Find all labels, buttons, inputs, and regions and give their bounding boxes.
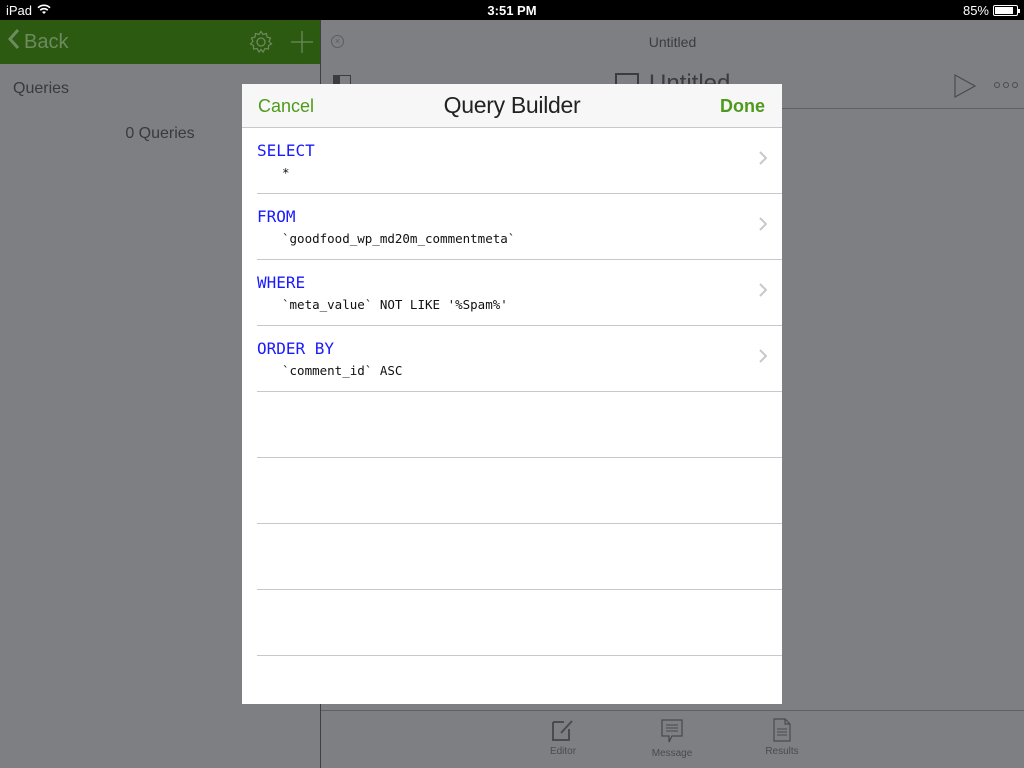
gear-icon[interactable] <box>249 30 273 54</box>
tab-results[interactable]: Results <box>742 718 822 757</box>
back-label: Back <box>24 30 69 53</box>
clause-row-from[interactable]: FROM `goodfood_wp_md20m_commentmeta` <box>257 194 782 260</box>
chevron-left-icon <box>7 28 20 56</box>
add-query-button[interactable] <box>290 30 314 54</box>
clock: 3:51 PM <box>487 3 537 18</box>
clause-value: * <box>282 165 290 180</box>
clause-keyword: SELECT <box>257 141 315 160</box>
back-button[interactable]: Back <box>7 28 69 56</box>
tab-message[interactable]: Message <box>632 718 712 759</box>
query-builder-modal: Cancel Query Builder Done SELECT * FROM `go… <box>242 84 782 704</box>
tab-message-label: Message <box>651 748 693 759</box>
clause-keyword: FROM <box>257 207 296 226</box>
empty-row <box>257 590 782 656</box>
clause-keyword: WHERE <box>257 273 306 292</box>
clause-value: `goodfood_wp_md20m_commentmeta` <box>282 231 516 246</box>
chevron-right-icon <box>759 349 768 368</box>
chevron-right-icon <box>759 283 768 302</box>
empty-row <box>257 392 782 458</box>
queries-nav-bar: Back <box>0 20 320 64</box>
empty-row <box>257 458 782 524</box>
status-bar: iPad 3:51 PM 85% <box>0 0 1024 20</box>
clause-row-where[interactable]: WHERE `meta_value` NOT LIKE '%Spam%' <box>257 260 782 326</box>
play-icon <box>954 73 977 99</box>
run-query-button[interactable] <box>953 73 977 103</box>
clause-keyword: ORDER BY <box>257 339 335 358</box>
more-options-icon[interactable] <box>994 82 1018 88</box>
battery-icon <box>993 5 1020 16</box>
clause-value: `comment_id` ASC <box>282 363 403 378</box>
empty-row <box>257 656 782 722</box>
clause-value: `meta_value` NOT LIKE '%Spam%' <box>282 297 508 312</box>
document-tab-title[interactable]: Untitled <box>321 34 1024 50</box>
done-button[interactable]: Done <box>720 96 765 117</box>
clause-list: SELECT * FROM `goodfood_wp_md20m_commentmet… <box>242 128 782 722</box>
modal-title: Query Builder <box>443 92 581 118</box>
tab-editor[interactable]: Editor <box>523 718 603 757</box>
chevron-right-icon <box>759 217 768 236</box>
clause-row-order-by[interactable]: ORDER BY `comment_id` ASC <box>257 326 782 392</box>
empty-row <box>257 524 782 590</box>
modal-header: Cancel Query Builder Done <box>242 84 782 128</box>
chevron-right-icon <box>759 151 768 170</box>
queries-section-label: Queries <box>13 80 70 97</box>
plus-icon <box>291 31 313 53</box>
clause-row-select[interactable]: SELECT * <box>257 128 782 194</box>
tab-editor-label: Editor <box>549 746 577 757</box>
tab-results-label: Results <box>765 746 799 757</box>
battery-percent: 85% <box>962 3 989 18</box>
